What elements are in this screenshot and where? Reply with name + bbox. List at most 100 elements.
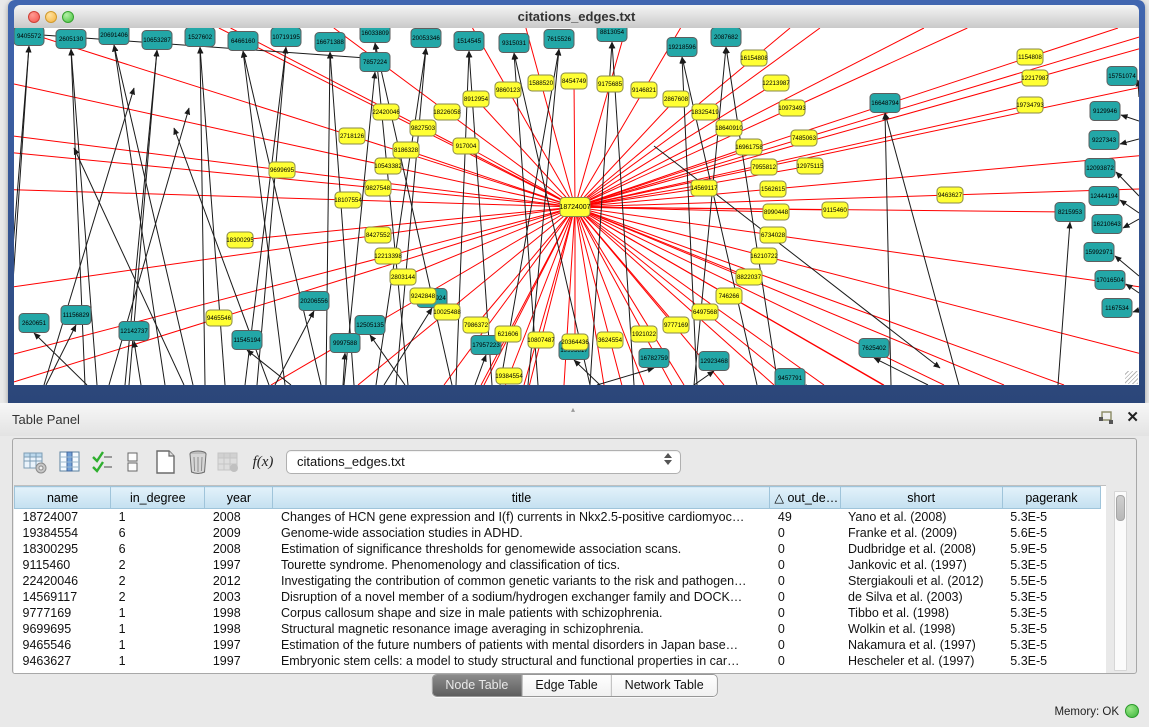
table-row[interactable]: 1456911722003Disruption of a novel membe… bbox=[15, 589, 1101, 605]
function-builder-icon[interactable]: f(x) bbox=[249, 448, 277, 476]
table-row[interactable]: 1872400712008Changes of HCN gene express… bbox=[15, 509, 1101, 526]
table-cell[interactable]: 5.3E-5 bbox=[1002, 509, 1100, 526]
table-cell[interactable]: Hescheler et al. (1997) bbox=[840, 653, 1002, 669]
table-cell[interactable]: 1997 bbox=[205, 637, 273, 653]
graph-edge[interactable] bbox=[240, 207, 575, 240]
graph-edge[interactable] bbox=[375, 43, 452, 385]
graph-edge[interactable] bbox=[1121, 115, 1139, 121]
table-cell[interactable]: 0 bbox=[770, 605, 840, 621]
table-cell[interactable]: 1 bbox=[111, 637, 205, 653]
table-select-dropdown[interactable]: citations_edges.txt bbox=[286, 450, 681, 474]
resize-grip-icon[interactable] bbox=[1125, 371, 1138, 384]
table-cell[interactable]: 9115460 bbox=[15, 557, 111, 573]
table-cell[interactable]: 9699695 bbox=[15, 621, 111, 637]
table-cell[interactable]: 5.3E-5 bbox=[1002, 589, 1100, 605]
tab-network-table[interactable]: Network Table bbox=[611, 675, 717, 696]
show-column-icon[interactable] bbox=[56, 448, 84, 476]
table-cell[interactable]: 14569117 bbox=[15, 589, 111, 605]
table-cell[interactable]: 9463627 bbox=[15, 653, 111, 669]
graph-edge[interactable] bbox=[1133, 310, 1139, 312]
table-cell[interactable]: Investigating the contribution of common… bbox=[273, 573, 770, 589]
column-header-short[interactable]: short bbox=[840, 487, 1002, 509]
graph-edge[interactable] bbox=[475, 355, 486, 385]
node-table[interactable]: namein_degreeyeartitle△ out_de…shortpage… bbox=[14, 485, 1106, 673]
table-cell[interactable]: 19384554 bbox=[15, 525, 111, 541]
graph-edge[interactable] bbox=[694, 47, 726, 385]
graph-edge[interactable] bbox=[597, 368, 654, 385]
column-header-title[interactable]: title bbox=[273, 487, 770, 509]
table-cell[interactable]: 5.3E-5 bbox=[1002, 653, 1100, 669]
graph-edge[interactable] bbox=[773, 235, 1139, 287]
table-cell[interactable]: 2008 bbox=[205, 541, 273, 557]
graph-edge[interactable] bbox=[764, 88, 1139, 167]
table-cell[interactable]: 0 bbox=[770, 573, 840, 589]
table-cell[interactable]: 5.5E-5 bbox=[1002, 573, 1100, 589]
table-cell[interactable]: 18300295 bbox=[15, 541, 111, 557]
table-cell[interactable]: 6 bbox=[111, 541, 205, 557]
column-header-name[interactable]: name bbox=[15, 487, 111, 509]
table-cell[interactable]: 2008 bbox=[205, 509, 273, 526]
graph-edge[interactable] bbox=[1138, 80, 1139, 97]
table-cell[interactable]: Nakamura et al. (1997) bbox=[840, 637, 1002, 653]
unselect-all-icon[interactable] bbox=[119, 448, 147, 476]
table-cell[interactable]: Stergiakouli et al. (2012) bbox=[840, 573, 1002, 589]
table-cell[interactable]: 6 bbox=[111, 525, 205, 541]
table-cell[interactable]: Corpus callosum shape and size in male p… bbox=[273, 605, 770, 621]
graph-edge[interactable] bbox=[14, 46, 29, 385]
table-cell[interactable]: 2012 bbox=[205, 573, 273, 589]
table-mode-icon[interactable] bbox=[21, 448, 49, 476]
table-cell[interactable]: 2 bbox=[111, 589, 205, 605]
graph-edge[interactable] bbox=[14, 190, 348, 200]
table-cell[interactable]: 0 bbox=[770, 637, 840, 653]
tab-node-table[interactable]: Node Table bbox=[432, 675, 521, 696]
splitter-handle-icon[interactable]: ▴ bbox=[571, 405, 575, 414]
graph-edge[interactable] bbox=[134, 341, 141, 385]
table-cell[interactable]: 2 bbox=[111, 557, 205, 573]
table-cell[interactable]: Franke et al. (2009) bbox=[840, 525, 1002, 541]
table-cell[interactable]: Wolkin et al. (1998) bbox=[840, 621, 1002, 637]
table-cell[interactable]: 1 bbox=[111, 605, 205, 621]
close-icon[interactable]: ✕ bbox=[1126, 410, 1139, 426]
table-cell[interactable]: 0 bbox=[770, 541, 840, 557]
delete-table-icon[interactable] bbox=[184, 448, 212, 476]
table-cell[interactable]: 49 bbox=[770, 509, 840, 526]
table-row[interactable]: 911546021997Tourette syndrome. Phenomeno… bbox=[15, 557, 1101, 573]
graph-edge[interactable] bbox=[14, 153, 378, 188]
graph-edge[interactable] bbox=[1120, 200, 1139, 213]
table-cell[interactable]: Yano et al. (2008) bbox=[840, 509, 1002, 526]
graph-edge[interactable] bbox=[384, 308, 432, 385]
table-scrollbar[interactable] bbox=[1114, 491, 1127, 671]
table-cell[interactable]: Estimation of the future numbers of pati… bbox=[273, 637, 770, 653]
graph-edge[interactable] bbox=[574, 81, 575, 207]
table-cell[interactable]: 1998 bbox=[205, 621, 273, 637]
table-cell[interactable]: 5.3E-5 bbox=[1002, 557, 1100, 573]
table-cell[interactable]: Disruption of a novel member of a sodium… bbox=[273, 589, 770, 605]
table-cell[interactable]: 0 bbox=[770, 653, 840, 669]
table-row[interactable]: 2242004622012Investigating the contribut… bbox=[15, 573, 1101, 589]
graph-edge[interactable] bbox=[773, 156, 1139, 189]
graph-edge[interactable] bbox=[874, 358, 928, 385]
table-cell[interactable]: Dudbridge et al. (2008) bbox=[840, 541, 1002, 557]
graph-edge[interactable] bbox=[1058, 222, 1070, 385]
table-cell[interactable]: 1 bbox=[111, 509, 205, 526]
graph-edge[interactable] bbox=[574, 360, 600, 385]
table-cell[interactable]: 9777169 bbox=[15, 605, 111, 621]
float-window-icon[interactable] bbox=[1098, 411, 1114, 425]
table-cell[interactable]: 0 bbox=[770, 621, 840, 637]
table-cell[interactable]: 5.3E-5 bbox=[1002, 621, 1100, 637]
graph-edge[interactable] bbox=[1120, 139, 1139, 144]
graph-edge[interactable] bbox=[575, 207, 764, 256]
table-cell[interactable]: 2009 bbox=[205, 525, 273, 541]
graph-edge[interactable] bbox=[44, 88, 134, 385]
table-cell[interactable]: 9465546 bbox=[15, 637, 111, 653]
table-cell[interactable]: 5.3E-5 bbox=[1002, 605, 1100, 621]
table-cell[interactable]: 2003 bbox=[205, 589, 273, 605]
graph-edge[interactable] bbox=[326, 52, 330, 385]
table-cell[interactable]: Tourette syndrome. Phenomenology and cla… bbox=[273, 557, 770, 573]
graph-edge[interactable] bbox=[764, 256, 1139, 353]
table-cell[interactable]: 1997 bbox=[205, 557, 273, 573]
table-row[interactable]: 969969511998Structural magnetic resonanc… bbox=[15, 621, 1101, 637]
graph-edge[interactable] bbox=[14, 235, 378, 287]
select-all-icon[interactable] bbox=[88, 448, 116, 476]
table-cell[interactable]: 5.6E-5 bbox=[1002, 525, 1100, 541]
